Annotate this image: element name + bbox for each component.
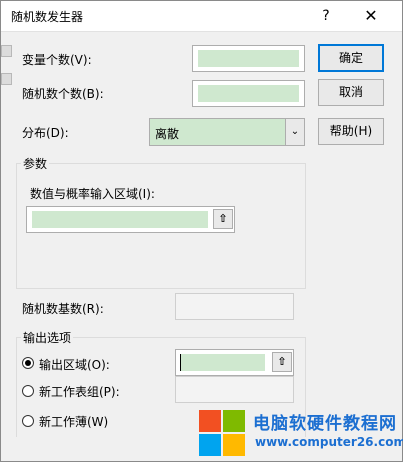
output-options-title: 输出选项 (21, 329, 74, 346)
help-icon[interactable]: ? (310, 5, 342, 27)
new-worksheet-input[interactable] (175, 376, 294, 403)
distribution-value: 离散 (155, 127, 180, 141)
brand-url: www.computer26.com (255, 435, 403, 449)
site-watermark: 电脑软硬件教程网 www.computer26.com (199, 407, 403, 460)
seed-input[interactable] (175, 293, 294, 320)
dialog-title: 随机数发生器 (11, 10, 84, 24)
collapse-dialog-icon[interactable]: ⇧ (272, 352, 292, 372)
background-cell-edge (1, 45, 12, 57)
collapse-dialog-icon[interactable]: ⇧ (213, 209, 233, 229)
seed-label: 随机数基数(R): (22, 302, 104, 316)
output-range-label[interactable]: 输出区域(O): (39, 356, 110, 373)
background-cell-edge (1, 73, 12, 85)
brand-name: 电脑软硬件教程网 (253, 414, 397, 434)
ok-button[interactable]: 确定 (318, 44, 384, 72)
range-input[interactable]: ⇧ (26, 206, 235, 233)
variables-input[interactable] (192, 45, 305, 72)
cancel-button[interactable]: 取消 (318, 79, 384, 106)
variables-label: 变量个数(V): (22, 53, 92, 67)
windows-logo-icon (199, 410, 247, 458)
new-worksheet-radio[interactable] (22, 385, 34, 397)
parameters-title: 参数 (21, 155, 50, 172)
help-button[interactable]: 帮助(H) (318, 118, 384, 145)
text-caret (180, 354, 181, 371)
distribution-select[interactable]: 离散 ⌄ (149, 118, 305, 146)
output-range-input[interactable]: ⇧ (175, 349, 294, 376)
new-workbook-radio[interactable] (22, 415, 34, 427)
chevron-down-icon[interactable]: ⌄ (285, 119, 304, 145)
new-worksheet-label[interactable]: 新工作表组(P): (39, 383, 120, 400)
distribution-label: 分布(D): (22, 126, 69, 140)
title-bar: 随机数发生器 ? ✕ (1, 1, 402, 32)
range-label: 数值与概率输入区域(I): (30, 187, 155, 201)
output-range-radio[interactable] (22, 357, 34, 369)
random-number-generator-dialog: 随机数发生器 ? ✕ 变量个数(V): 随机数个数(B): 分布(D): 离散 … (0, 0, 403, 462)
close-icon[interactable]: ✕ (355, 5, 387, 27)
new-workbook-label[interactable]: 新工作薄(W) (39, 413, 108, 430)
random-count-label: 随机数个数(B): (22, 87, 104, 101)
random-count-input[interactable] (192, 80, 305, 107)
